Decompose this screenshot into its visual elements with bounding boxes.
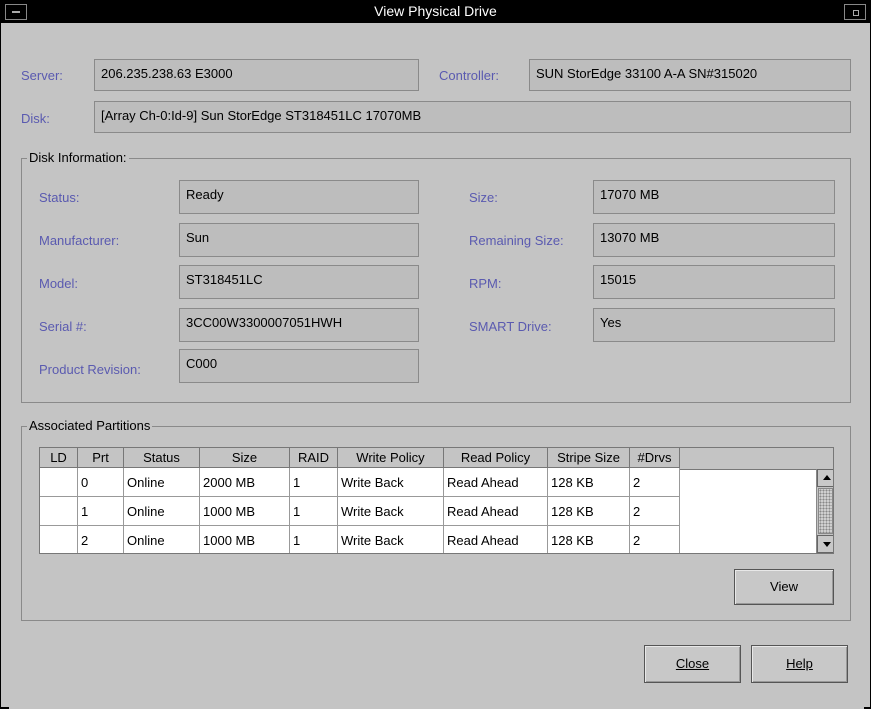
rpm-label: RPM: — [469, 276, 502, 291]
disk-information-title: Disk Information: — [27, 150, 129, 165]
table-header-row: LD Prt Status Size RAID Write Policy Read Poli… — [40, 448, 680, 468]
help-button-label: Help — [786, 656, 813, 671]
scroll-down-icon — [823, 542, 831, 547]
window-title: View Physical Drive — [364, 3, 507, 19]
table-cell: 1 — [289, 525, 338, 553]
column-header[interactable]: RAID — [289, 448, 338, 468]
manufacturer-field: Sun — [179, 223, 419, 257]
rpm-field: 15015 — [593, 265, 835, 299]
column-header[interactable]: Size — [199, 448, 290, 468]
table-cell: 1 — [289, 467, 338, 497]
close-button-label: Close — [675, 656, 710, 671]
product-revision-label: Product Revision: — [39, 362, 141, 377]
column-header[interactable]: Write Policy — [337, 448, 444, 468]
table-cell: 128 KB — [547, 496, 630, 526]
remaining-size-label: Remaining Size: — [469, 233, 564, 248]
column-header[interactable]: LD — [40, 448, 78, 468]
model-label: Model: — [39, 276, 79, 291]
partitions-table-container[interactable]: LD Prt Status Size RAID Write Policy Read Poli… — [39, 447, 834, 554]
model-field: ST318451LC — [179, 265, 419, 299]
server-label: Server: — [21, 68, 63, 83]
table-cell: 1 — [77, 496, 124, 526]
table-cell: Write Back — [337, 467, 444, 497]
manufacturer-label: Manufacturer: — [39, 233, 120, 248]
column-header[interactable]: #Drvs — [629, 448, 680, 468]
scroll-up-button[interactable] — [817, 469, 833, 487]
server-field: 206.235.238.63 E3000 — [94, 59, 419, 91]
column-header[interactable]: Read Policy — [443, 448, 548, 468]
table-row[interactable]: 1 Online 1000 MB 1 Write Back Read Ahead 128 K… — [40, 496, 680, 526]
table-cell: Online — [123, 496, 200, 526]
table-cell — [40, 525, 78, 553]
table-cell: 2000 MB — [199, 467, 290, 497]
table-cell: 2 — [629, 525, 680, 553]
controller-field: SUN StorEdge 33100 A-A SN#315020 — [529, 59, 851, 91]
smart-drive-label: SMART Drive: — [469, 319, 552, 334]
size-label: Size: — [469, 190, 498, 205]
disk-label: Disk: — [21, 111, 50, 126]
product-revision-field: C000 — [179, 349, 419, 383]
minimize-button[interactable] — [844, 4, 866, 20]
table-cell: 1000 MB — [199, 496, 290, 526]
table-cell: Read Ahead — [443, 525, 548, 553]
help-button[interactable]: Help — [751, 645, 848, 683]
close-button[interactable]: Close — [644, 645, 741, 683]
table-cell: 128 KB — [547, 467, 630, 497]
table-cell: 1000 MB — [199, 525, 290, 553]
view-physical-drive-window: View Physical Drive Server: 206.235.238.… — [0, 0, 871, 709]
table-cell — [40, 496, 78, 526]
view-button[interactable]: View — [734, 569, 834, 605]
status-field: Ready — [179, 180, 419, 214]
partitions-table[interactable]: LD Prt Status Size RAID Write Policy Read Poli… — [40, 448, 680, 553]
table-cell: Write Back — [337, 525, 444, 553]
disk-field: [Array Ch-0:Id-9] Sun StorEdge ST318451L… — [94, 101, 851, 133]
scroll-down-button[interactable] — [817, 535, 833, 553]
table-cell: Read Ahead — [443, 496, 548, 526]
table-row[interactable]: 0 Online 2000 MB 1 Write Back Read Ahead 128 K… — [40, 467, 680, 497]
table-cell: 128 KB — [547, 525, 630, 553]
table-cell: Write Back — [337, 496, 444, 526]
table-cell: 1 — [289, 496, 338, 526]
scroll-thumb[interactable] — [818, 488, 833, 534]
serial-field: 3CC00W3300007051HWH — [179, 308, 419, 342]
title-bar[interactable]: View Physical Drive — [1, 1, 870, 23]
column-header[interactable]: Prt — [77, 448, 124, 468]
table-cell — [40, 467, 78, 497]
serial-label: Serial #: — [39, 319, 87, 334]
status-label: Status: — [39, 190, 80, 205]
table-cell: 2 — [629, 496, 680, 526]
table-cell: Read Ahead — [443, 467, 548, 497]
table-cell: 2 — [77, 525, 124, 553]
table-cell: 2 — [629, 467, 680, 497]
table-row[interactable]: 2 Online 1000 MB 1 Write Back Read Ahead 128 K… — [40, 525, 680, 553]
smart-drive-field: Yes — [593, 308, 835, 342]
table-cell: Online — [123, 525, 200, 553]
table-cell: 0 — [77, 467, 124, 497]
partitions-scrollbar[interactable] — [816, 469, 833, 553]
column-header[interactable]: Status — [123, 448, 200, 468]
column-header[interactable]: Stripe Size — [547, 448, 630, 468]
size-field: 17070 MB — [593, 180, 835, 214]
scroll-up-icon — [823, 475, 831, 480]
dialog-body: Server: 206.235.238.63 E3000 Controller:… — [9, 23, 864, 709]
minimize-icon — [853, 10, 859, 16]
associated-partitions-title: Associated Partitions — [27, 418, 153, 433]
table-cell: Online — [123, 467, 200, 497]
controller-label: Controller: — [439, 68, 499, 83]
remaining-size-field: 13070 MB — [593, 223, 835, 257]
